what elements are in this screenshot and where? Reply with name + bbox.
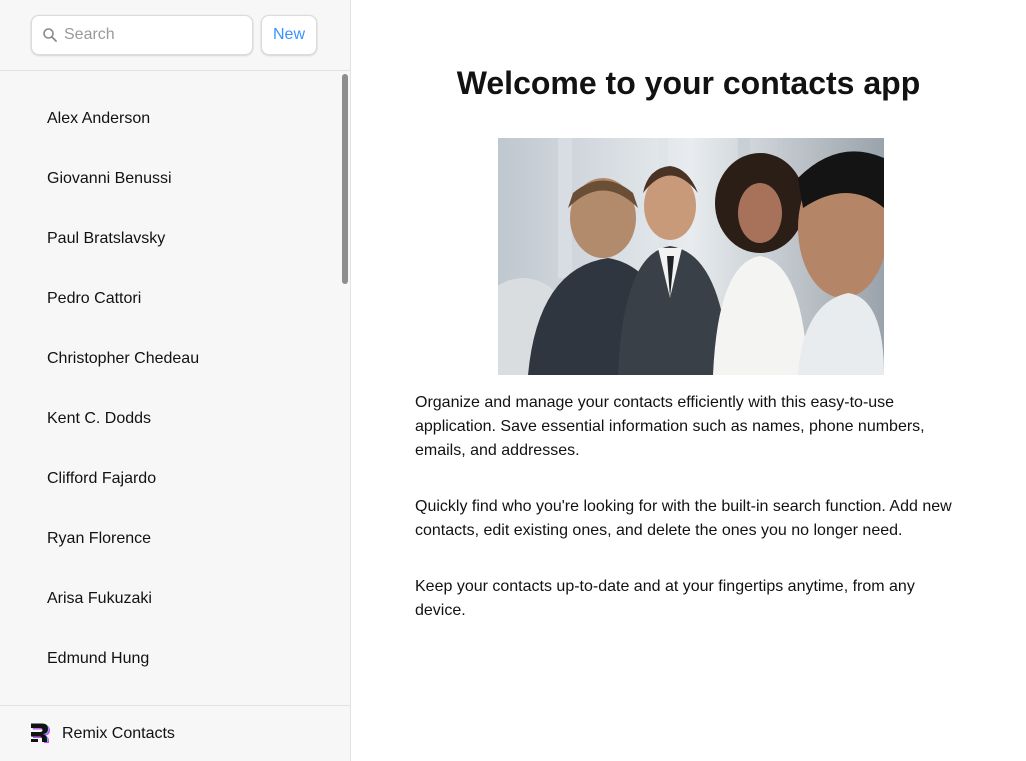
sidebar: New Alex Anderson Giovanni Benussi Paul …: [0, 0, 351, 761]
contact-item[interactable]: Giovanni Benussi: [0, 149, 350, 209]
intro-paragraph: Organize and manage your contacts effici…: [415, 394, 925, 459]
page-title: Welcome to your contacts app: [456, 65, 921, 101]
contact-item[interactable]: Kent C. Dodds: [0, 389, 350, 449]
contact-item[interactable]: Clifford Fajardo: [0, 449, 350, 509]
app: New Alex Anderson Giovanni Benussi Paul …: [0, 0, 1026, 761]
contact-item[interactable]: Arisa Fukuzaki: [0, 569, 350, 629]
search-icon: [43, 28, 57, 42]
new-contact-button[interactable]: New: [261, 15, 318, 55]
search-input[interactable]: [64, 26, 244, 44]
hero-image: [498, 138, 884, 375]
contact-list: Alex Anderson Giovanni Benussi Paul Brat…: [0, 71, 350, 689]
remix-logo-icon: [31, 723, 50, 743]
search-box[interactable]: [31, 15, 253, 55]
contact-item[interactable]: Ryan Florence: [0, 509, 350, 569]
contact-item[interactable]: Paul Bratslavsky: [0, 209, 350, 269]
search-paragraph: Quickly find who you're looking for with…: [415, 498, 952, 539]
business-people-photo: [498, 138, 884, 375]
contact-item[interactable]: Christopher Chedeau: [0, 329, 350, 389]
contact-item[interactable]: Alex Anderson: [0, 89, 350, 149]
devices-paragraph: Keep your contacts up-to-date and at you…: [415, 578, 915, 619]
sidebar-toolbar: New: [0, 0, 350, 71]
contact-list-container[interactable]: Alex Anderson Giovanni Benussi Paul Brat…: [0, 71, 350, 705]
contact-item[interactable]: Edmund Hung: [0, 629, 350, 689]
sidebar-scrollbar[interactable]: [342, 74, 348, 284]
sidebar-footer: Remix Contacts: [0, 705, 350, 761]
main-content: Welcome to your contacts app Organize an…: [351, 0, 1026, 761]
contact-item[interactable]: Pedro Cattori: [0, 269, 350, 329]
brand-name: Remix Contacts: [62, 724, 175, 742]
